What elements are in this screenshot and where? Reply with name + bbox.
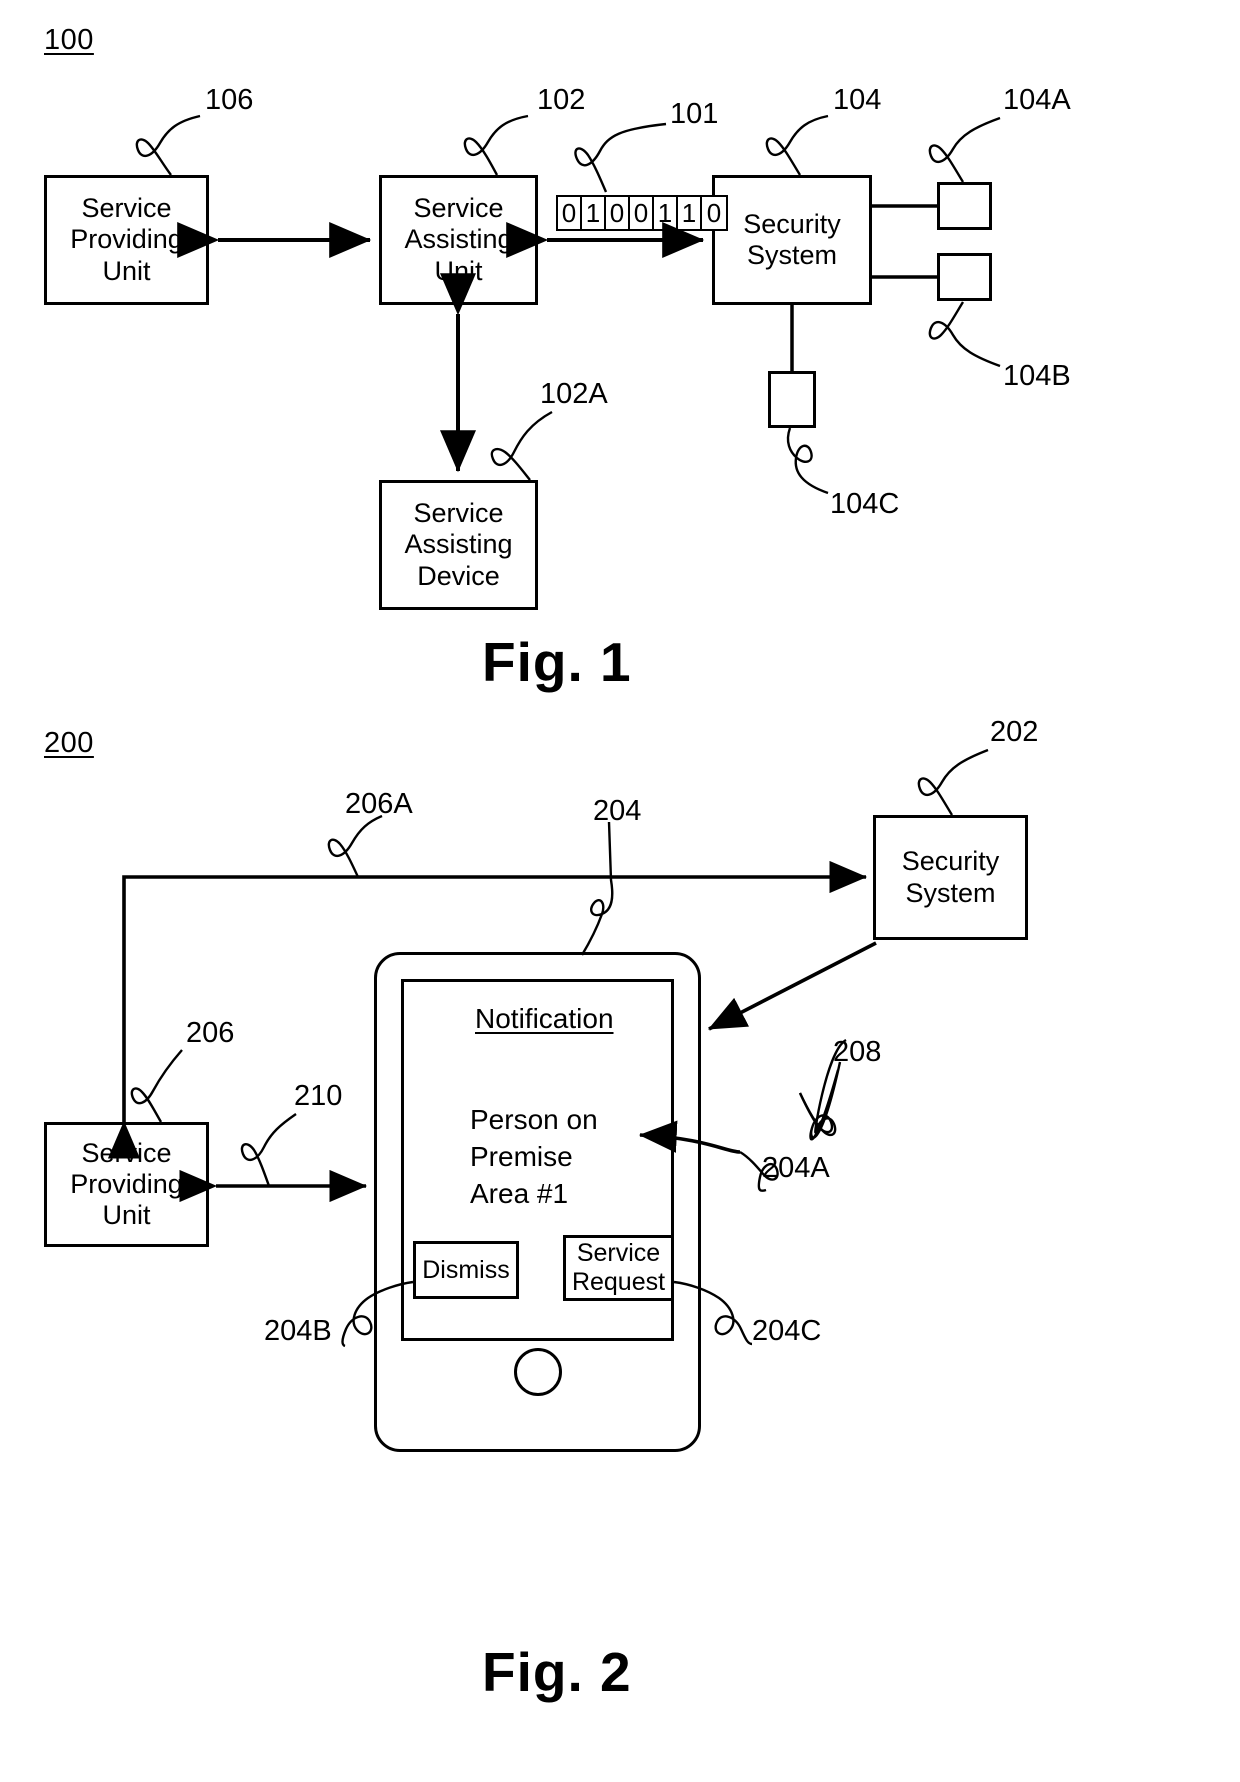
block-line: System [746,240,837,270]
block-service-assisting-unit-102: Service Assisting Unit [379,175,538,305]
block-security-system-104: Security System [712,175,872,305]
block-line: Unit [102,1200,151,1231]
ref-numeral-208: 208 [833,1036,882,1068]
packet-bit: 0 [606,197,630,229]
block-security-system-202: Security System [873,815,1028,940]
block-line: Service [413,193,504,224]
sensor-box-104C [768,371,816,428]
notification-title: Notification [475,1003,614,1034]
ref-numeral-204A: 204A [762,1152,830,1184]
packet-bit: 1 [678,197,702,229]
block-service-providing-unit-206: Service Providing Unit [44,1122,209,1247]
block-line: Security [901,846,1000,877]
figure-2-number: 200 [44,727,94,759]
button-line: Service [576,1239,661,1268]
packet-bit: 0 [706,198,722,228]
ref-numeral-104B: 104B [1003,360,1071,392]
block-line: Service [81,1137,172,1168]
block-line: Service [413,498,504,529]
patent-drawing-sheet: 100 Service Providing Unit Service Assis… [0,0,1240,1782]
block-line: Providing [70,224,183,255]
ref-numeral-206: 206 [186,1017,235,1049]
block-line: Device [417,560,500,591]
notification-line: Area #1 [470,1177,569,1209]
ref-numeral-104A: 104A [1003,84,1071,116]
ref-numeral-104C: 104C [830,488,900,520]
binary-packet-101: 0 1 0 0 1 1 0 [556,195,728,231]
notification-message-204A: Person on Premise Area #1 [470,1102,598,1213]
block-line: Unit [102,255,151,286]
block-service-providing-unit-106: Service Providing Unit [44,175,209,305]
notification-line: Person on [470,1104,598,1135]
block-line: System [905,877,996,908]
block-line: Assisting [404,529,513,560]
service-request-button[interactable]: Service Request [563,1235,674,1301]
packet-bit: 0 [630,197,654,229]
button-line: Dismiss [422,1255,510,1284]
button-line: Request [571,1268,666,1296]
figure-1-caption: Fig. 1 [482,631,632,693]
block-line: Unit [434,255,483,286]
block-line: Assisting [404,224,513,255]
sensor-box-104A [937,182,992,230]
dismiss-button[interactable]: Dismiss [413,1241,519,1299]
ref-numeral-206A: 206A [345,788,413,820]
block-line: Service [81,193,172,224]
ref-numeral-210: 210 [294,1080,343,1112]
ref-numeral-202: 202 [990,716,1039,748]
packet-bit: 0 [558,197,582,229]
notification-line: Premise [470,1140,573,1172]
ref-numeral-101: 101 [670,98,719,130]
figure-1-number: 100 [44,24,94,56]
ref-numeral-102A: 102A [540,378,608,410]
block-service-assisting-device-102A: Service Assisting Device [379,480,538,610]
ref-numeral-104: 104 [833,84,882,116]
figure-2-caption: Fig. 2 [482,1641,632,1703]
ref-numeral-204B: 204B [264,1315,332,1347]
block-line: Security [743,208,841,239]
packet-bit: 1 [654,197,678,229]
ref-numeral-204C: 204C [752,1315,822,1347]
sensor-box-104B [937,253,992,301]
ref-numeral-204: 204 [593,795,642,827]
block-line: Providing [70,1168,183,1199]
home-button-icon[interactable] [514,1348,562,1396]
ref-numeral-102: 102 [537,84,586,116]
ref-numeral-106: 106 [205,84,254,116]
packet-bit: 1 [582,197,606,229]
